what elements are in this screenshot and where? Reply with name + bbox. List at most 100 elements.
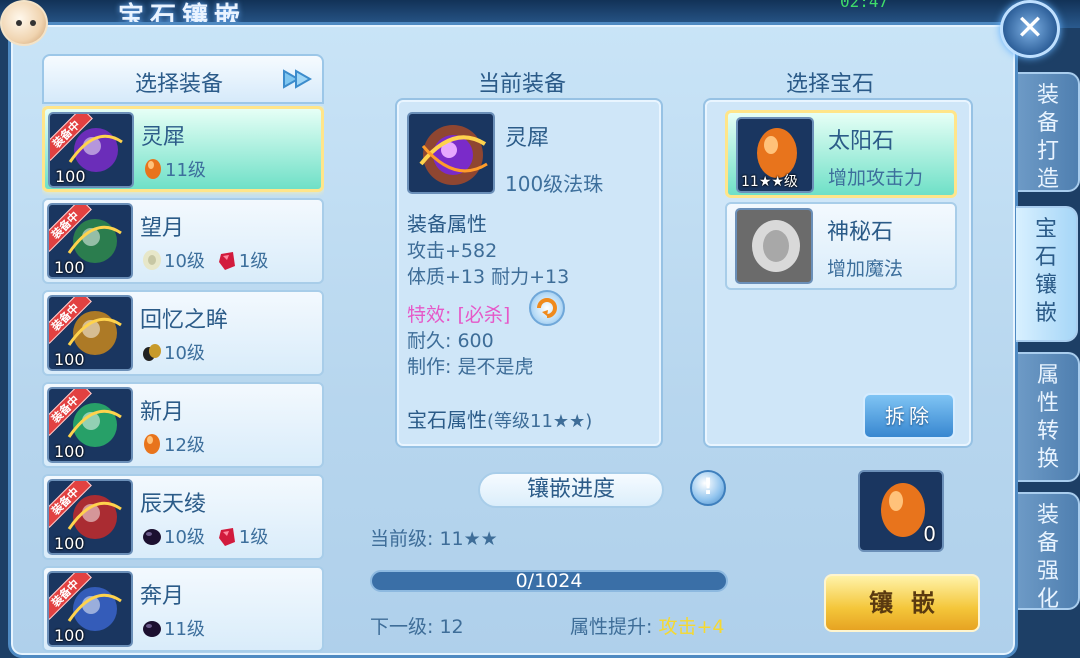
equipment-gems: 10级 1级 <box>142 248 280 272</box>
equipment-gems: 11级 <box>142 616 217 640</box>
gem-level: 11★★级 <box>741 174 798 190</box>
black-gold-gem-icon <box>142 340 162 364</box>
equipment-item[interactable]: 装备中 100 灵犀 11级 <box>42 106 324 192</box>
progress-bar: 0/1024 <box>370 570 728 592</box>
gem-selection-box: 11★★级 太阳石 增加攻击力 神秘石 增加魔法 拆除 <box>703 98 973 448</box>
current-equipment-title: 当前装备 <box>478 72 567 97</box>
gem-level: 11级 <box>165 160 206 181</box>
mystery-stone-icon <box>735 208 813 284</box>
attribute-increase-label: 属性提升: <box>570 616 653 638</box>
special-effect: 特效: [必杀] <box>407 300 510 327</box>
orb-icon <box>407 112 495 194</box>
close-button[interactable]: ✕ <box>1000 0 1060 58</box>
equipment-item[interactable]: 装备中 100 奔月 11级 <box>42 566 324 652</box>
attribute-constitution: 体质+13 耐力+13 <box>407 266 570 288</box>
inlay-button[interactable]: 镶嵌 <box>824 574 980 632</box>
equipment-level: 100 <box>54 350 85 369</box>
sun-stone-icon: 11★★级 <box>736 117 814 193</box>
gem-slot[interactable]: 0 <box>858 470 944 552</box>
gem-description: 增加魔法 <box>827 258 904 280</box>
gem-level: 12级 <box>164 435 205 456</box>
red-gem-icon <box>217 248 237 272</box>
tab-equipment-enhance[interactable]: 装备强化 <box>1018 492 1080 612</box>
gem-level: 10级 <box>164 251 205 272</box>
gem-level: 10级 <box>164 343 205 364</box>
equipment-icon: 装备中 100 <box>47 479 133 555</box>
gem-level: 11级 <box>164 619 205 640</box>
tab-gem-inlay[interactable]: 宝石镶嵌 <box>1016 206 1078 342</box>
maker: 制作: 是不是虎 <box>407 356 534 378</box>
equipment-name: 辰天绫 <box>140 492 207 517</box>
white-gem-icon <box>142 248 162 272</box>
equipment-gems: 10级 1级 <box>142 524 280 548</box>
double-arrow-icon[interactable] <box>280 63 316 95</box>
tab-label: 装备打造 <box>1036 83 1059 192</box>
gem-name: 神秘石 <box>827 220 894 245</box>
equipment-list-title: 选择装备 <box>134 72 223 97</box>
select-gem-title: 选择宝石 <box>786 72 875 97</box>
equipment-icon: 装备中 100 <box>48 112 134 188</box>
gem-attribute-label: 宝石属性 <box>407 408 487 432</box>
gem-attribute-level: (等级11★★) <box>487 411 593 432</box>
equipment-name: 奔月 <box>140 584 185 609</box>
equipment-gems: 10级 <box>142 340 217 364</box>
equipment-name: 灵犀 <box>141 125 186 150</box>
equipment-gems: 11级 <box>143 157 218 181</box>
item-name: 灵犀 <box>505 126 550 151</box>
equipment-item[interactable]: 装备中 100 望月 10级 1级 <box>42 198 324 284</box>
equipment-item[interactable]: 装备中 100 回忆之眸 10级 <box>42 290 324 376</box>
orange-gem-icon <box>142 432 162 456</box>
equipment-list-panel: 选择装备 装备中 100 灵犀 11级 装备中 100 望月 10级 1级 装备中 100 回忆之眸 1… <box>42 54 324 658</box>
special-value: [必杀] <box>457 304 511 326</box>
attribute-increase-value: 攻击+4 <box>658 616 725 638</box>
item-type: 100级法珠 <box>505 172 604 196</box>
equipment-level: 100 <box>54 626 85 645</box>
equipment-name: 回忆之眸 <box>140 308 229 333</box>
equipment-item[interactable]: 装备中 100 辰天绫 10级 1级 <box>42 474 324 560</box>
gem-item-sun-stone[interactable]: 11★★级 太阳石 增加攻击力 <box>725 110 957 198</box>
equipment-level: 100 <box>54 442 85 461</box>
gem-item-mystery-stone[interactable]: 神秘石 增加魔法 <box>725 202 957 290</box>
equipment-list-header: 选择装备 <box>42 54 324 104</box>
mascot-avatar <box>0 0 48 46</box>
gem-level: 1级 <box>238 527 269 548</box>
equipment-item[interactable]: 装备中 100 新月 12级 <box>42 382 324 468</box>
equipment-detail-box: 灵犀 100级法珠 装备属性 攻击+582 体质+13 耐力+13 特效: [必… <box>395 98 663 448</box>
equipment-gems: 12级 <box>142 432 217 456</box>
gem-count: 0 <box>923 522 936 546</box>
attribute-attack: 攻击+582 <box>407 240 498 262</box>
black-gem-icon <box>142 524 162 548</box>
equipment-list: 装备中 100 灵犀 11级 装备中 100 望月 10级 1级 装备中 100 回忆之眸 10级 装备中… <box>42 106 324 658</box>
black-gem-icon <box>142 616 162 640</box>
gem-name: 太阳石 <box>828 129 895 154</box>
current-level: 当前级: 11★★ <box>370 528 498 550</box>
attribute-header: 装备属性 <box>407 212 487 236</box>
refresh-icon[interactable] <box>529 290 565 326</box>
gem-level: 1级 <box>238 251 269 272</box>
timer: 02:47 <box>840 0 889 11</box>
equipment-icon: 装备中 100 <box>47 295 133 371</box>
info-icon[interactable]: ! <box>690 470 726 506</box>
equipment-level: 100 <box>54 534 85 553</box>
progress-text: 0/1024 <box>515 570 583 592</box>
equipment-name: 望月 <box>140 216 185 241</box>
inlay-progress-title: 镶嵌进度 <box>478 472 664 508</box>
special-label: 特效: <box>407 304 452 326</box>
tab-attribute-conversion[interactable]: 属性转换 <box>1018 352 1080 482</box>
tab-label: 属性转换 <box>1036 363 1059 472</box>
durability: 耐久: 600 <box>407 330 494 352</box>
close-icon: ✕ <box>1015 8 1045 48</box>
equipment-level: 100 <box>54 258 85 277</box>
gem-attribute-header: 宝石属性(等级11★★) <box>407 404 592 433</box>
red-gem-icon <box>217 524 237 548</box>
tab-label: 宝石镶嵌 <box>1034 217 1057 326</box>
equipment-icon: 装备中 100 <box>47 571 133 647</box>
attribute-increase: 属性提升: 攻击+4 <box>570 612 724 639</box>
tab-equipment-forging[interactable]: 装备打造 <box>1018 72 1080 192</box>
gem-level: 10级 <box>164 527 205 548</box>
equipment-name: 新月 <box>140 400 185 425</box>
equipment-level: 100 <box>55 167 86 186</box>
remove-button[interactable]: 拆除 <box>863 393 955 439</box>
gem-description: 增加攻击力 <box>828 167 924 189</box>
tab-label: 装备强化 <box>1036 503 1059 612</box>
